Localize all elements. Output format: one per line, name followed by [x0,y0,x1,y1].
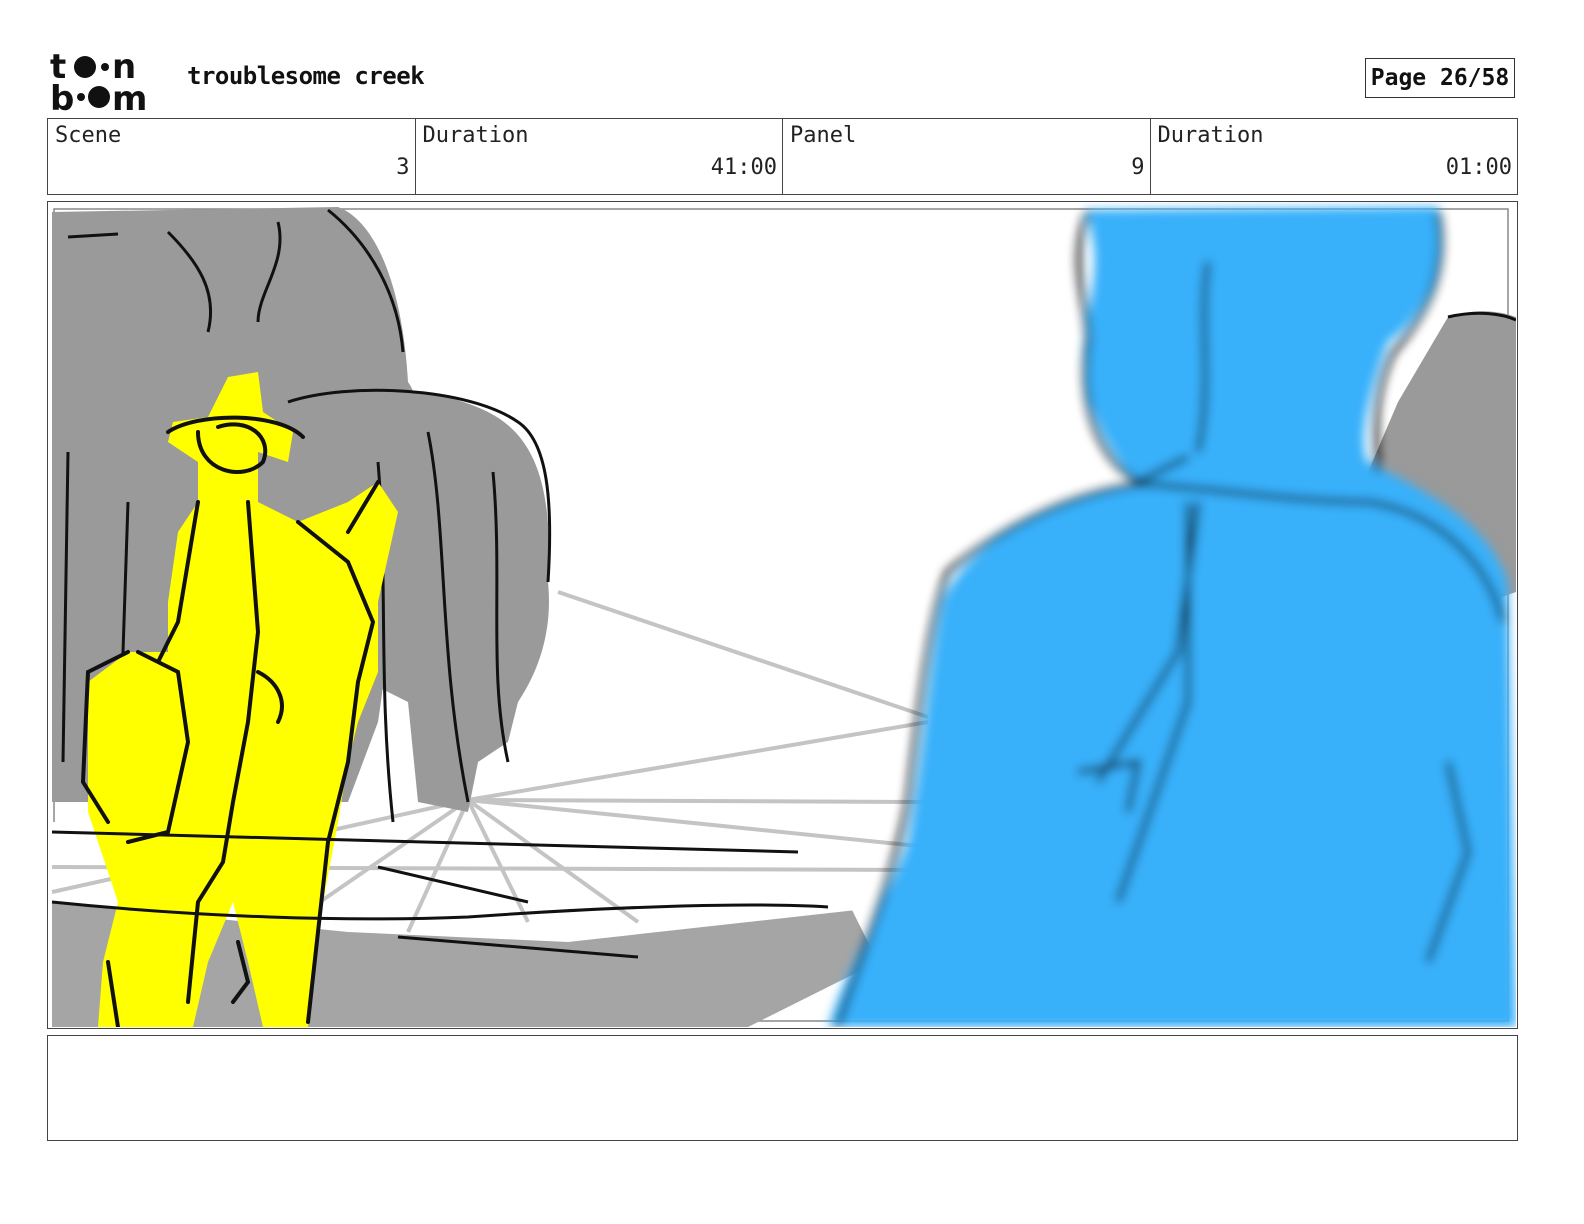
project-title: troublesome creek [187,62,425,90]
scene-duration-cell: Duration 41:00 [416,119,783,194]
foreground-figure [828,207,1516,1027]
panel-cell: Panel 9 [783,119,1151,194]
page-label: Page 26/58 [1370,65,1510,91]
scene-duration-value: 41:00 [710,155,777,180]
page-number: Page 26/58 [1365,58,1515,98]
storyboard-panel [47,201,1518,1029]
scene-duration-label: Duration [422,123,529,148]
toon-boom-logo: t n b m [50,47,164,119]
scene-info-table: Scene 3 Duration 41:00 Panel 9 Duration … [47,118,1518,195]
storyboard-sketch [51,207,1516,1027]
panel-label: Panel [790,123,857,148]
panel-value: 9 [1131,155,1145,180]
scene-cell: Scene 3 [48,119,416,194]
panel-duration-cell: Duration 01:00 [1151,119,1518,194]
svg-text:m: m [112,79,147,112]
panel-duration-value: 01:00 [1445,155,1512,180]
notes-box [47,1035,1518,1141]
panel-duration-label: Duration [1157,123,1264,148]
svg-text:b: b [50,79,74,112]
scene-label: Scene [55,123,122,148]
scene-value: 3 [396,155,410,180]
